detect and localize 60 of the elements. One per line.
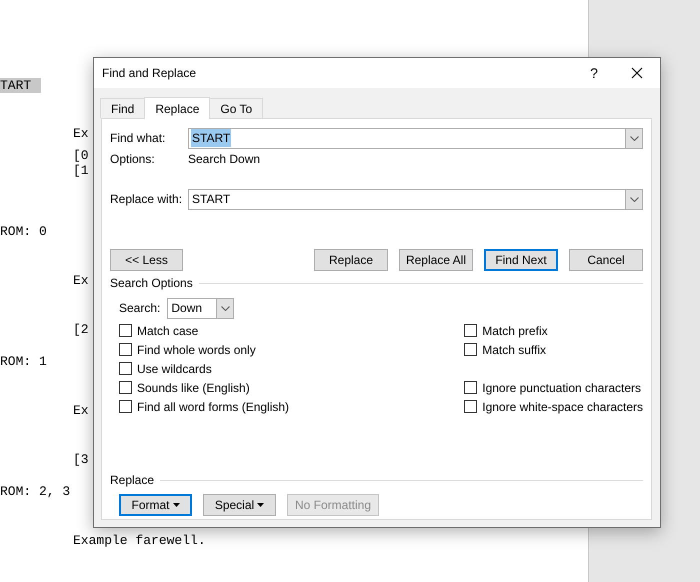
search-direction-dropdown[interactable]: Down: [167, 298, 234, 318]
document-text: TART: [0, 78, 42, 93]
tab[interactable]: Replace: [144, 97, 210, 119]
find-what-label: Find what:: [110, 130, 166, 147]
less-button[interactable]: << Less: [110, 249, 183, 271]
tab[interactable]: Go To: [209, 98, 264, 118]
document-text: ROM: 1: [0, 354, 47, 369]
close-icon: [631, 67, 643, 79]
dialog-button[interactable]: Cancel: [569, 249, 643, 271]
checkbox-label: Ignore white-space characters: [482, 398, 643, 416]
section-title: Search Options: [110, 275, 193, 292]
document-text: ROM: 2, 3: [0, 484, 70, 499]
find-what-value: START: [191, 129, 232, 147]
checkbox[interactable]: [464, 400, 478, 413]
document-text: Ex: [73, 273, 89, 288]
dropdown-button[interactable]: [625, 128, 642, 148]
checkbox-label: Find whole words only: [137, 342, 256, 358]
dialog-button[interactable]: Replace All: [399, 249, 473, 271]
dialog-button[interactable]: Special: [203, 494, 276, 516]
dialog-button[interactable]: Find Next: [484, 249, 558, 271]
section-title: Replace: [110, 472, 154, 489]
checkbox[interactable]: [119, 381, 132, 394]
checkbox[interactable]: [119, 343, 132, 356]
replace-with-field[interactable]: START: [188, 188, 643, 210]
checkbox[interactable]: [464, 324, 478, 337]
checkbox-label: Sounds like (English): [137, 380, 250, 396]
document-text: ROM: 0: [0, 224, 47, 239]
document-text: Ex: [73, 403, 89, 418]
document-text: [0: [73, 148, 89, 163]
search-label: Search:: [119, 300, 160, 317]
checkbox[interactable]: [119, 362, 132, 375]
replace-with-label: Replace with:: [110, 191, 184, 208]
checkbox[interactable]: [119, 324, 132, 337]
checkbox-label: Ignore punctuation characters: [482, 380, 642, 396]
document-text: [1: [73, 163, 89, 178]
chevron-down-icon: [220, 306, 230, 310]
options-value: Search Down: [188, 151, 260, 168]
checkbox-label: Use wildcards: [137, 360, 212, 378]
document-text: Ex: [73, 126, 89, 141]
dialog-button[interactable]: Replace: [314, 249, 388, 271]
checkbox-label: Find all word forms (English): [137, 398, 290, 416]
dropdown-button[interactable]: [625, 190, 642, 208]
find-what-field[interactable]: START: [188, 128, 643, 148]
replace-with-value: START: [191, 191, 232, 208]
chevron-down-icon: [630, 136, 638, 140]
checkbox[interactable]: [464, 343, 478, 356]
dialog-button[interactable]: Format: [119, 494, 192, 516]
help-button[interactable]: ?: [574, 58, 614, 88]
document-text: [3: [73, 452, 89, 467]
chevron-down-icon: [630, 196, 638, 202]
checkbox-label: Match case: [137, 322, 198, 340]
document-text: [2: [73, 322, 89, 337]
document-text: Example farewell.: [73, 533, 206, 548]
tab[interactable]: Find: [100, 98, 146, 118]
checkbox[interactable]: [119, 400, 132, 413]
checkbox-label: Match prefix: [482, 322, 548, 340]
checkbox-label: Match suffix: [482, 342, 546, 358]
options-label: Options:: [110, 151, 156, 168]
window-title: Find and Replace: [102, 65, 196, 82]
checkbox[interactable]: [464, 381, 478, 394]
